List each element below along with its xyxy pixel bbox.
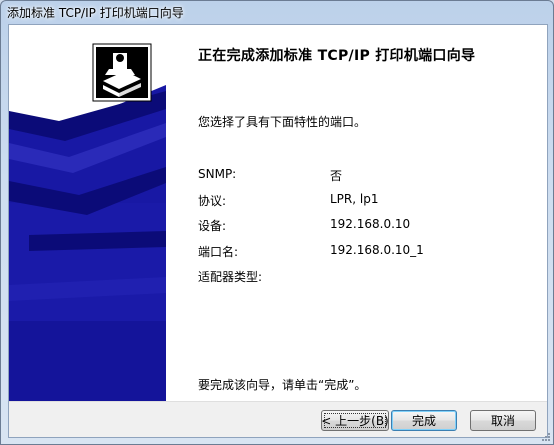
printer-icon <box>92 43 152 102</box>
button-bar: < 上一步(B) 完成 取消 <box>9 401 547 437</box>
snmp-label: SNMP: <box>198 167 237 181</box>
window-title: 添加标准 TCP/IP 打印机端口向导 <box>7 6 184 20</box>
port-name-value: 192.168.0.10_1 <box>330 243 424 257</box>
protocol-value: LPR, lp1 <box>330 192 379 206</box>
resize-grip-icon[interactable] <box>541 432 551 442</box>
wizard-window: 添加标准 TCP/IP 打印机端口向导 正在完成添加标准 TCP/IP 打印机端… <box>0 0 554 445</box>
wizard-banner <box>9 25 166 401</box>
device-label: 设备: <box>198 219 227 233</box>
intro-text: 您选择了具有下面特性的端口。 <box>198 115 367 129</box>
banner-graphic <box>9 25 166 401</box>
device-value: 192.168.0.10 <box>330 217 411 231</box>
title-bar[interactable]: 添加标准 TCP/IP 打印机端口向导 <box>1 1 554 23</box>
protocol-label: 协议: <box>198 194 227 208</box>
finish-button[interactable]: 完成 <box>391 410 457 431</box>
wizard-content: 正在完成添加标准 TCP/IP 打印机端口向导 您选择了具有下面特性的端口。 S… <box>166 25 547 401</box>
adapter-type-label: 适配器类型: <box>198 270 263 284</box>
back-button[interactable]: < 上一步(B) <box>321 410 389 431</box>
snmp-value: 否 <box>330 169 343 183</box>
wizard-client-area: 正在完成添加标准 TCP/IP 打印机端口向导 您选择了具有下面特性的端口。 S… <box>8 24 548 438</box>
page-title: 正在完成添加标准 TCP/IP 打印机端口向导 <box>198 48 476 64</box>
port-name-label: 端口名: <box>198 245 239 259</box>
finish-hint-text: 要完成该向导，请单击“完成”。 <box>198 378 367 392</box>
cancel-button[interactable]: 取消 <box>470 410 536 431</box>
